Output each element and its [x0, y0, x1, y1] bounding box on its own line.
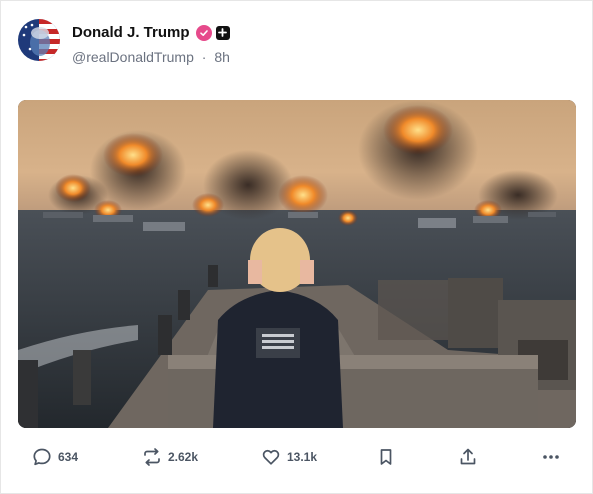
post-card: Donald J. Trump @realDonaldTrump · 8h 63…	[0, 0, 593, 494]
comment-icon	[32, 447, 52, 467]
more-options-button[interactable]	[541, 447, 561, 467]
more-horizontal-icon	[541, 447, 561, 467]
share-button[interactable]	[458, 447, 478, 467]
handle-row: @realDonaldTrump · 8h	[72, 49, 230, 65]
verified-check-icon	[195, 24, 212, 41]
bookmark-button[interactable]	[376, 447, 396, 467]
avatar[interactable]	[18, 19, 60, 61]
repost-icon	[142, 447, 162, 467]
reply-button[interactable]: 634	[32, 447, 78, 467]
post-time[interactable]: 8h	[214, 49, 230, 65]
like-count: 13.1k	[287, 450, 318, 464]
reply-count: 634	[58, 450, 79, 464]
heart-icon	[261, 447, 281, 467]
separator-dot: ·	[201, 49, 207, 65]
post-image[interactable]	[18, 100, 576, 428]
like-button[interactable]: 13.1k	[261, 447, 317, 467]
bookmark-icon	[376, 447, 396, 467]
repost-count: 2.62k	[168, 450, 199, 464]
share-icon	[458, 447, 478, 467]
repost-button[interactable]: 2.62k	[142, 447, 198, 467]
post-actions: 634 2.62k 13.1k	[1, 447, 593, 475]
plus-badge-icon	[215, 25, 230, 40]
author-handle[interactable]: @realDonaldTrump	[72, 49, 194, 65]
author-name[interactable]: Donald J. Trump	[72, 24, 190, 41]
naval-battle-scene-image	[18, 100, 576, 428]
author-row: Donald J. Trump	[72, 24, 230, 41]
avatar-image	[18, 19, 60, 61]
